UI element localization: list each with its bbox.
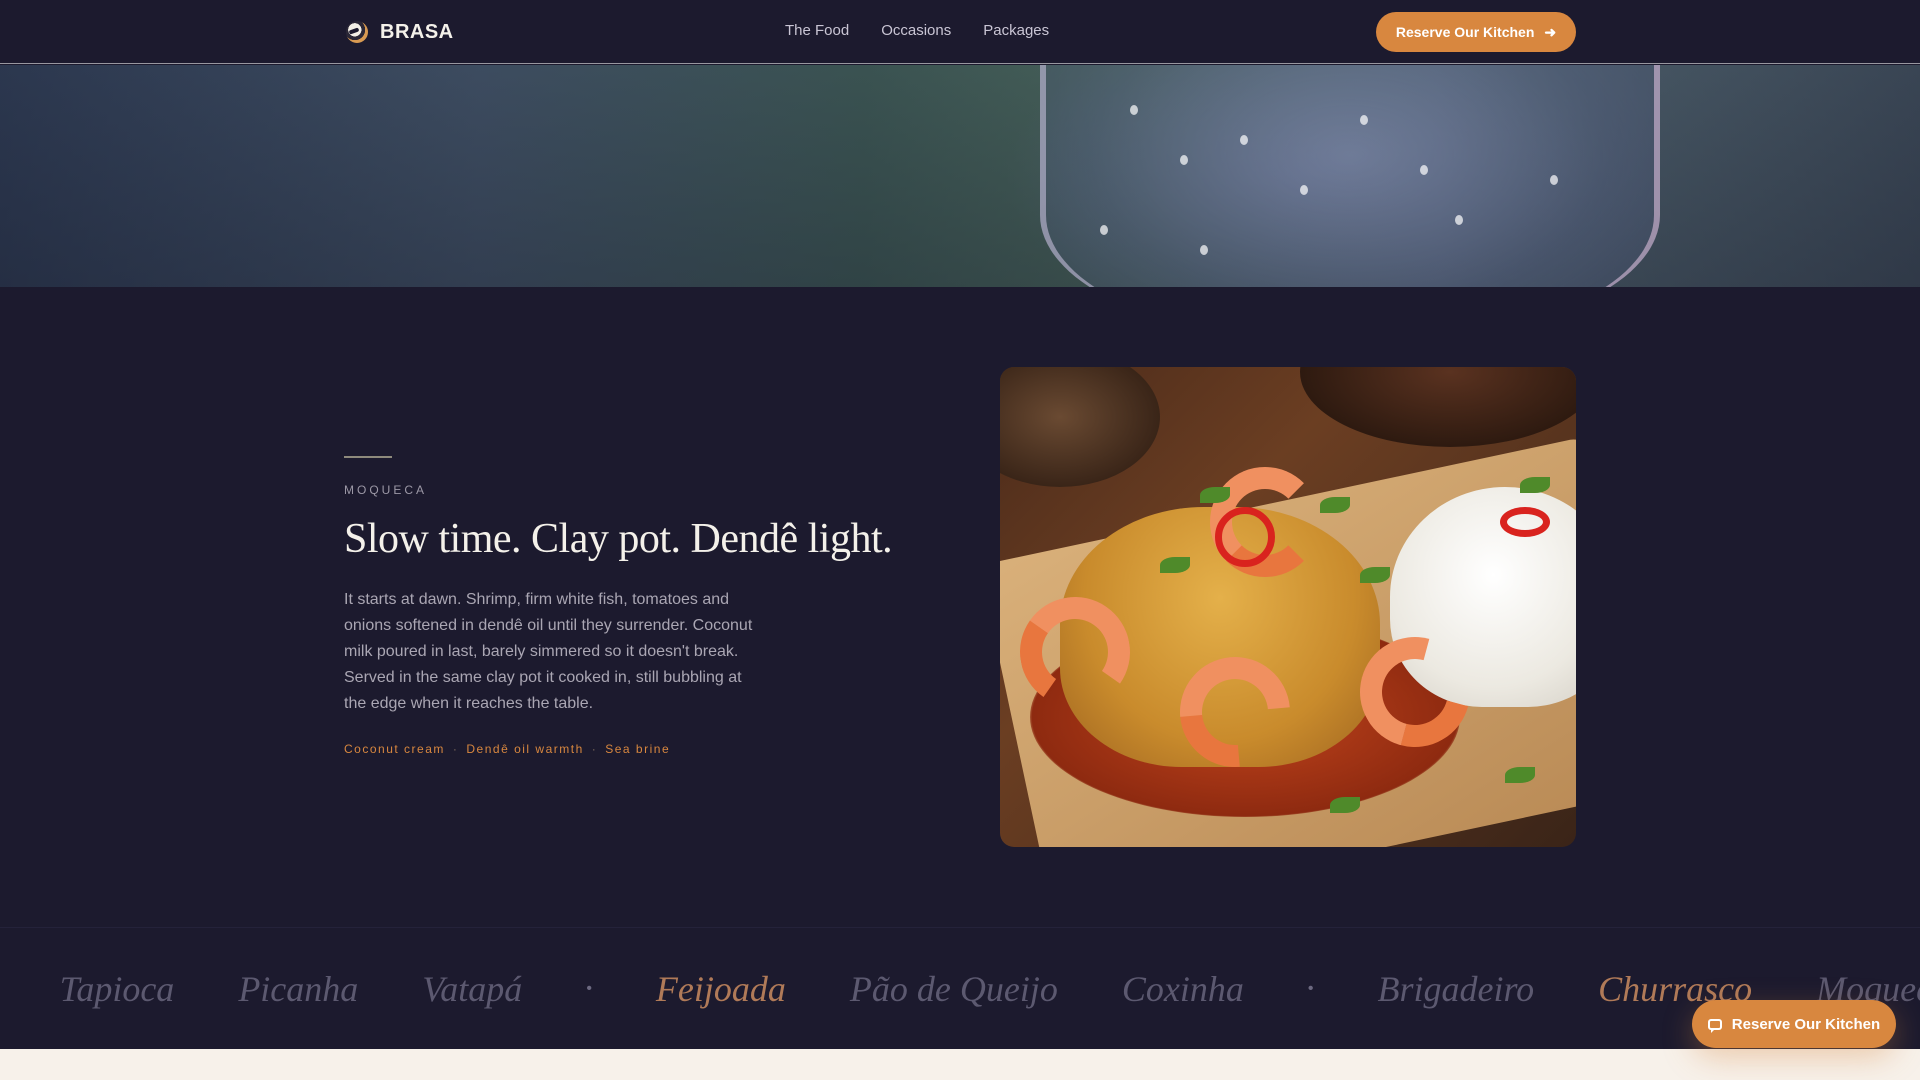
marquee-item-tapioca: Tapioca [59, 969, 175, 1009]
cilantro-leaf [1160, 557, 1190, 573]
clay-pot [1300, 367, 1576, 447]
water-drop [1200, 245, 1208, 255]
feature-moqueca: MOQUECA Slow time. Clay pot. Dendê light… [0, 287, 1920, 927]
nav-links: The Food Occasions Packages [785, 22, 1049, 39]
bird-logo-icon [346, 21, 368, 43]
tag-separator: · [591, 742, 598, 756]
side-bowl [1000, 367, 1160, 487]
cilantro-leaf [1505, 767, 1535, 783]
dish-photo [1000, 367, 1576, 847]
flavor-tag: Dendê oil warmth [466, 742, 584, 756]
flavor-tag: Coconut cream [344, 742, 445, 756]
water-drop [1180, 155, 1188, 165]
glass-illustration [1040, 65, 1660, 287]
marquee-track: • Tapioca Picanha Vatapá • Feijoada Pão … [0, 968, 1920, 1010]
dish-marquee: • Tapioca Picanha Vatapá • Feijoada Pão … [0, 927, 1920, 1049]
water-drop [1455, 215, 1463, 225]
chat-icon [1707, 1018, 1722, 1033]
floating-reserve-label: Reserve Our Kitchen [1731, 1015, 1881, 1033]
brand[interactable]: BRASA [346, 18, 454, 46]
water-drop [1130, 105, 1138, 115]
flavor-tags: Coconut cream · Dendê oil warmth · Sea b… [344, 742, 670, 756]
hero-image [0, 65, 1920, 287]
water-drop [1550, 175, 1558, 185]
water-drop [1100, 225, 1108, 235]
water-drop [1240, 135, 1248, 145]
feature-eyebrow: MOQUECA [344, 483, 428, 497]
chili-slice [1500, 507, 1550, 537]
water-drop [1360, 115, 1368, 125]
marquee-separator: • [1307, 980, 1314, 997]
marquee-item-feijoada: Feijoada [655, 969, 786, 1009]
marquee-separator: • [586, 980, 592, 997]
cilantro-leaf [1330, 797, 1360, 813]
nav-link-the-food[interactable]: The Food [785, 22, 849, 39]
tag-separator: · [452, 742, 459, 756]
flavor-tag: Sea brine [605, 742, 671, 756]
reserve-kitchen-label: Reserve Our Kitchen [1395, 24, 1535, 40]
marquee-item-coxinha: Coxinha [1121, 969, 1244, 1009]
nav-link-packages[interactable]: Packages [983, 22, 1049, 39]
marquee-item-vatapa: Vatapá [422, 969, 523, 1009]
section-divider [344, 456, 392, 458]
cilantro-leaf [1320, 497, 1350, 513]
marquee-item-brigadeiro: Brigadeiro [1377, 969, 1535, 1009]
cilantro-leaf [1360, 567, 1390, 583]
reserve-kitchen-button[interactable]: Reserve Our Kitchen ➜ [1376, 12, 1576, 52]
brand-name: BRASA [380, 20, 454, 43]
top-nav: BRASA The Food Occasions Packages Reserv… [0, 0, 1920, 64]
floating-reserve-button[interactable]: Reserve Our Kitchen [1692, 1000, 1896, 1048]
feature-description: It starts at dawn. Shrimp, firm white fi… [344, 591, 753, 712]
marquee-item-picanha: Picanha [238, 969, 359, 1009]
cilantro-leaf [1200, 487, 1230, 503]
nav-link-occasions[interactable]: Occasions [881, 22, 951, 39]
arrow-right-icon: ➜ [1544, 23, 1557, 40]
water-drop [1420, 165, 1428, 175]
chili-slice [1215, 507, 1275, 567]
marquee-item-pao-de-queijo: Pão de Queijo [849, 969, 1058, 1009]
feature-headline: Slow time. Clay pot. Dendê light. [344, 516, 893, 562]
cilantro-leaf [1520, 477, 1550, 493]
water-drop [1300, 185, 1308, 195]
next-section-edge [0, 1049, 1920, 1080]
